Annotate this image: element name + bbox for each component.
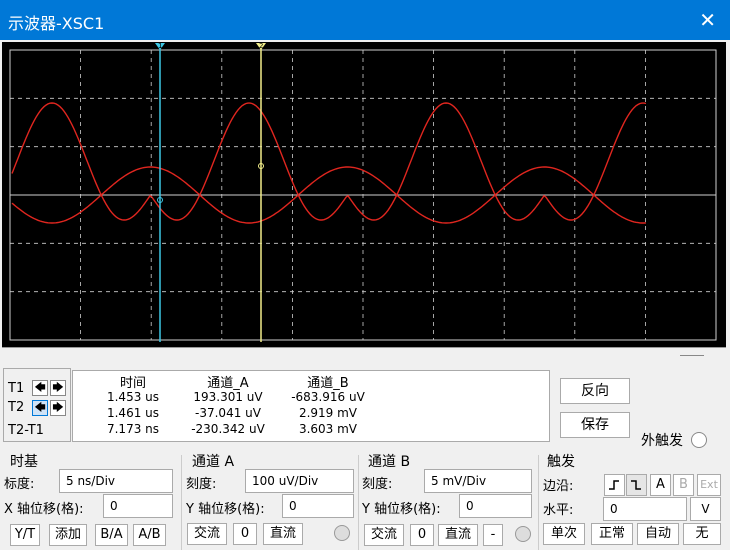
channel-a-trace	[11, 102, 647, 221]
readout-t1-channel-b: -683.916 uV	[291, 390, 365, 404]
readout-diff-channel-a: -230.342 uV	[191, 422, 265, 436]
group-separator	[538, 455, 539, 550]
trigger-level-label: 水平:	[543, 503, 574, 518]
channel-a-scale-label: 刻度:	[186, 477, 217, 492]
channel-a-dc-button[interactable]: 直流	[263, 523, 303, 545]
cursor-t2-marker: 2	[259, 42, 263, 50]
channel-b-ypos-field[interactable]: 0	[459, 494, 532, 518]
trigger-title: 触发	[547, 454, 575, 470]
t2-left-arrow-icon[interactable]: 🡄	[32, 400, 48, 416]
ext-trigger-label: 外触发	[641, 433, 683, 449]
timebase-xpos-field[interactable]: 0	[103, 494, 173, 518]
reverse-button[interactable]: 反向	[560, 378, 630, 404]
group-separator	[181, 455, 182, 550]
ext-trigger-terminal[interactable]	[691, 432, 707, 448]
falling-edge-glyph	[631, 480, 641, 490]
readout-t2-channel-a: -37.041 uV	[195, 406, 261, 420]
readout-header-channel-b: 通道_B	[307, 376, 349, 391]
falling-edge-icon[interactable]	[626, 474, 647, 496]
timebase-scale-field[interactable]: 5 ns/Div	[59, 469, 173, 493]
readout-t1-time: 1.453 us	[106, 390, 160, 404]
cursor-t1-marker: 1	[158, 42, 162, 50]
timebase-scale-label: 标度:	[4, 477, 35, 492]
grid-lines	[10, 50, 716, 340]
panel-divider	[680, 355, 704, 356]
ba-button[interactable]: B/A	[95, 524, 128, 546]
readout-diff-time: 7.173 ns	[106, 422, 160, 436]
trigger-source-a-button[interactable]: A	[650, 474, 671, 496]
rising-edge-glyph	[609, 480, 619, 490]
title-bar: 示波器-XSC1 ✕	[0, 0, 730, 40]
readout-t2-channel-b: 2.919 mV	[298, 406, 358, 420]
trigger-edge-label: 边沿:	[543, 479, 574, 494]
channel-b-title: 通道 B	[368, 454, 411, 470]
timebase-title: 时基	[10, 454, 38, 470]
trigger-level-field[interactable]: 0	[603, 497, 687, 521]
t1-right-arrow-icon[interactable]: 🡆	[50, 380, 66, 396]
channel-b-dc-button[interactable]: 直流	[438, 524, 478, 546]
scope-display: 1 2	[9, 42, 717, 342]
readout-header-time: 时间	[119, 376, 146, 391]
t2-t1-label: T2-T1	[8, 423, 44, 438]
readout-t2-time: 1.461 us	[106, 406, 160, 420]
readout-diff-channel-b: 3.603 mV	[298, 422, 358, 436]
channel-a-terminal[interactable]	[334, 525, 350, 541]
channel-a-title: 通道 A	[192, 454, 235, 470]
channel-b-minus-button[interactable]: -	[483, 524, 503, 546]
channel-b-scale-field[interactable]: 5 mV/Div	[424, 469, 532, 493]
ab-button[interactable]: A/B	[133, 524, 166, 546]
none-mode-button[interactable]: 无	[683, 523, 721, 545]
channel-b-ypos-label: Y 轴位移(格):	[362, 502, 441, 517]
measurement-readout: 时间 通道_A 通道_B 1.453 us 193.301 uV -683.91…	[72, 370, 550, 442]
readout-t1-channel-a: 193.301 uV	[193, 390, 263, 404]
channel-b-terminal[interactable]	[515, 526, 531, 542]
single-mode-button[interactable]: 单次	[543, 523, 585, 545]
channel-a-scale-field[interactable]: 100 uV/Div	[245, 469, 354, 493]
channel-a-ypos-label: Y 轴位移(格):	[186, 502, 265, 517]
group-separator	[358, 455, 359, 550]
channel-b-zero-button[interactable]: 0	[410, 524, 434, 546]
save-button[interactable]: 保存	[560, 412, 630, 438]
channel-b-ac-button[interactable]: 交流	[364, 524, 404, 546]
window-title: 示波器-XSC1	[8, 14, 105, 33]
t2-right-arrow-icon[interactable]: 🡆	[50, 400, 66, 416]
readout-header-channel-a: 通道_A	[207, 376, 249, 391]
timebase-xpos-label: X 轴位移(格):	[4, 502, 84, 517]
t1-left-arrow-icon[interactable]: 🡄	[32, 380, 48, 396]
trigger-source-ext-button[interactable]: Ext	[697, 474, 721, 496]
yt-button[interactable]: Y/T	[10, 524, 40, 546]
trigger-level-unit[interactable]: V	[690, 497, 721, 521]
trigger-source-b-button[interactable]: B	[673, 474, 694, 496]
channel-b-scale-label: 刻度:	[362, 477, 393, 492]
channel-a-ac-button[interactable]: 交流	[187, 523, 227, 545]
t2-label: T2	[8, 400, 25, 415]
channel-a-zero-button[interactable]: 0	[233, 523, 257, 545]
rising-edge-icon[interactable]	[604, 474, 625, 496]
add-button[interactable]: 添加	[49, 524, 87, 546]
channel-a-ypos-field[interactable]: 0	[282, 494, 354, 518]
cursor-control-panel: T1 🡄 🡆 T2 🡄 🡆 T2-T1	[3, 368, 71, 442]
oscilloscope-screen: 1 2	[2, 42, 726, 348]
auto-mode-button[interactable]: 自动	[637, 523, 679, 545]
t1-label: T1	[8, 381, 25, 396]
normal-mode-button[interactable]: 正常	[591, 523, 633, 545]
close-icon[interactable]: ✕	[699, 8, 716, 32]
